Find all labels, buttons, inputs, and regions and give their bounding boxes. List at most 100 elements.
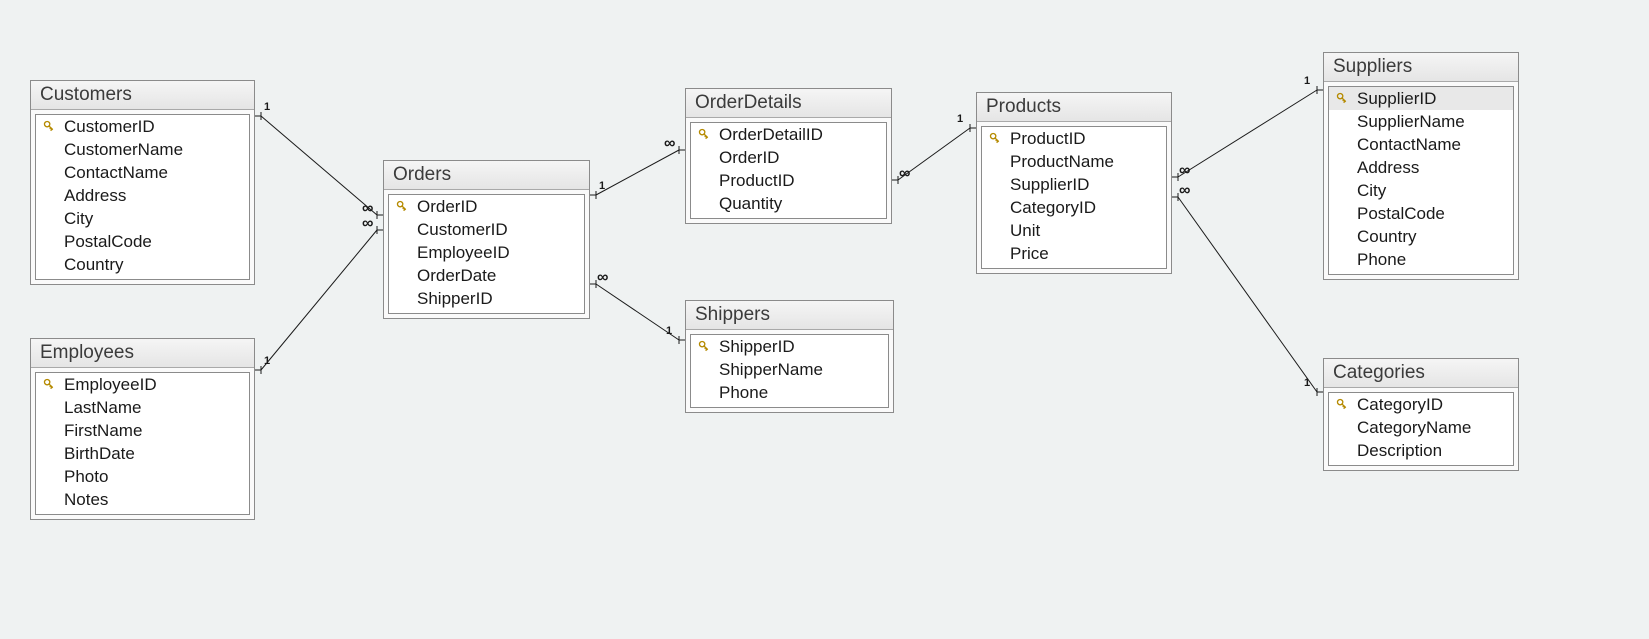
field-name: OrderID	[417, 197, 477, 216]
field-row[interactable]: SupplierName	[1329, 110, 1513, 133]
field-name: ShipperID	[417, 289, 493, 308]
field-row[interactable]: CustomerID	[389, 218, 584, 241]
table-body: ProductID ProductName SupplierID CategoryID…	[981, 126, 1167, 269]
table-customers[interactable]: Customers CustomerID CustomerNameContactNa…	[30, 80, 255, 285]
primary-key-icon	[1335, 397, 1349, 411]
field-row[interactable]: Quantity	[691, 192, 886, 215]
field-row[interactable]: Phone	[1329, 248, 1513, 271]
relation-line	[596, 150, 679, 195]
table-body: CustomerID CustomerNameContactName Address…	[35, 114, 250, 280]
field-row[interactable]: Unit	[982, 219, 1166, 242]
relation-line	[1178, 197, 1317, 392]
field-row[interactable]: CategoryName	[1329, 416, 1513, 439]
field-row[interactable]: Notes	[36, 488, 249, 511]
cardinality-one-label: 1	[1304, 378, 1310, 389]
field-name: City	[1357, 181, 1386, 200]
field-row[interactable]: LastName	[36, 396, 249, 419]
field-row[interactable]: ContactName	[1329, 133, 1513, 156]
field-row[interactable]: EmployeeID	[36, 373, 249, 396]
table-body: CategoryID CategoryName Description	[1328, 392, 1514, 466]
field-row[interactable]: Description	[1329, 439, 1513, 462]
field-name: City	[64, 209, 93, 228]
field-row[interactable]: ShipperID	[691, 335, 888, 358]
primary-key-icon	[697, 127, 711, 141]
field-row[interactable]: OrderID	[691, 146, 886, 169]
field-row[interactable]: BirthDate	[36, 442, 249, 465]
primary-key-icon	[395, 199, 409, 213]
field-name: Unit	[1010, 221, 1040, 240]
cardinality-many-label: ∞	[664, 136, 673, 152]
field-row[interactable]: Price	[982, 242, 1166, 265]
field-row[interactable]: Country	[36, 253, 249, 276]
field-name: Phone	[1357, 250, 1406, 269]
field-row[interactable]: ProductName	[982, 150, 1166, 173]
field-row[interactable]: OrderDetailID	[691, 123, 886, 146]
field-row[interactable]: CustomerID	[36, 115, 249, 138]
table-orderdetails[interactable]: OrderDetails OrderDetailID OrderID ProductI…	[685, 88, 892, 224]
field-row[interactable]: Photo	[36, 465, 249, 488]
field-name: Country	[1357, 227, 1417, 246]
table-orders[interactable]: Orders OrderID CustomerIDEmployeeIDOrderDa…	[383, 160, 590, 319]
field-row[interactable]: ShipperName	[691, 358, 888, 381]
field-row[interactable]: PostalCode	[1329, 202, 1513, 225]
table-header[interactable]: Orders	[384, 161, 589, 190]
field-row[interactable]: CustomerName	[36, 138, 249, 161]
cardinality-one-label: 1	[264, 356, 270, 367]
field-name: OrderDetailID	[719, 125, 823, 144]
field-row[interactable]: ShipperID	[389, 287, 584, 310]
table-header[interactable]: Customers	[31, 81, 254, 110]
cardinality-many-label: ∞	[899, 166, 908, 182]
field-name: EmployeeID	[64, 375, 157, 394]
cardinality-many-label: ∞	[362, 216, 371, 232]
field-row[interactable]: EmployeeID	[389, 241, 584, 264]
field-row[interactable]: SupplierID	[982, 173, 1166, 196]
field-name: ProductID	[1010, 129, 1086, 148]
cardinality-one-label: 1	[264, 102, 270, 113]
table-header[interactable]: Employees	[31, 339, 254, 368]
relation-line	[898, 128, 970, 180]
table-header[interactable]: Suppliers	[1324, 53, 1518, 82]
field-row[interactable]: ContactName	[36, 161, 249, 184]
field-row[interactable]: City	[1329, 179, 1513, 202]
field-row[interactable]: Address	[1329, 156, 1513, 179]
field-row[interactable]: Country	[1329, 225, 1513, 248]
field-name: Country	[64, 255, 124, 274]
field-name: SupplierID	[1357, 89, 1436, 108]
primary-key-icon	[1335, 91, 1349, 105]
cardinality-one-label: 1	[599, 181, 605, 192]
table-categories[interactable]: Categories CategoryID CategoryName Descript…	[1323, 358, 1519, 471]
table-header[interactable]: Products	[977, 93, 1171, 122]
field-row[interactable]: OrderID	[389, 195, 584, 218]
table-employees[interactable]: Employees EmployeeID LastNameFirstName Birt…	[30, 338, 255, 520]
field-name: PostalCode	[1357, 204, 1445, 223]
field-row[interactable]: SupplierID	[1329, 87, 1513, 110]
field-row[interactable]: CategoryID	[1329, 393, 1513, 416]
field-name: Address	[64, 186, 126, 205]
field-row[interactable]: ProductID	[691, 169, 886, 192]
field-name: SupplierID	[1010, 175, 1089, 194]
table-header[interactable]: Categories	[1324, 359, 1518, 388]
table-suppliers[interactable]: Suppliers SupplierID SupplierNameContactNa…	[1323, 52, 1519, 280]
field-row[interactable]: Phone	[691, 381, 888, 404]
field-row[interactable]: CategoryID	[982, 196, 1166, 219]
field-row[interactable]: OrderDate	[389, 264, 584, 287]
table-header[interactable]: Shippers	[686, 301, 893, 330]
field-name: OrderID	[719, 148, 779, 167]
field-row[interactable]: Address	[36, 184, 249, 207]
primary-key-icon	[697, 339, 711, 353]
field-name: ShipperID	[719, 337, 795, 356]
table-products[interactable]: Products ProductID ProductName SupplierID Ca…	[976, 92, 1172, 274]
field-row[interactable]: PostalCode	[36, 230, 249, 253]
field-row[interactable]: ProductID	[982, 127, 1166, 150]
field-name: CustomerID	[64, 117, 155, 136]
relation-line	[261, 230, 377, 370]
table-shippers[interactable]: Shippers ShipperID ShipperName Phone	[685, 300, 894, 413]
field-name: CategoryName	[1357, 418, 1471, 437]
field-name: Price	[1010, 244, 1049, 263]
cardinality-one-label: 1	[957, 114, 963, 125]
field-name: ShipperName	[719, 360, 823, 379]
table-header[interactable]: OrderDetails	[686, 89, 891, 118]
field-row[interactable]: FirstName	[36, 419, 249, 442]
field-name: BirthDate	[64, 444, 135, 463]
field-row[interactable]: City	[36, 207, 249, 230]
